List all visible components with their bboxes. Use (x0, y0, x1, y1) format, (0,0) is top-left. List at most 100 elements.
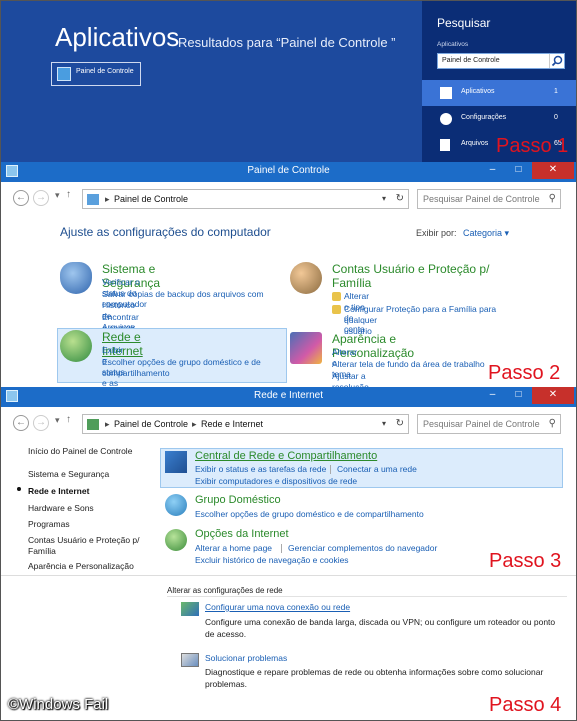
breadcrumb-item[interactable]: Rede e Internet (201, 419, 263, 429)
section-link[interactable]: Conectar a uma rede (337, 464, 417, 474)
sidebar-item-accounts-cont[interactable]: Família (28, 546, 56, 556)
search-row-settings[interactable]: Configurações 0 (422, 106, 577, 132)
apps-title: Aplicativos (55, 22, 180, 52)
chevron-down-icon[interactable]: ▾ (382, 419, 386, 428)
apps-icon (440, 87, 452, 99)
control-panel-result-tile[interactable]: Painel de Controle (51, 62, 141, 86)
search-field[interactable]: Pesquisar Painel de Controle ⚲ (417, 189, 561, 209)
chevron-down-icon[interactable]: ▾ (382, 194, 386, 203)
sidebar-item-network: Rede e Internet (28, 486, 90, 496)
new-connection-icon (181, 602, 199, 616)
internet-options-icon (165, 529, 187, 551)
close-button[interactable]: ✕ (532, 387, 574, 404)
category-title[interactable]: Contas Usuário e Proteção p/ (332, 262, 489, 276)
link-divider (330, 465, 331, 474)
item-description-cont: de acesso. (205, 629, 247, 639)
sidebar-item-accounts[interactable]: Contas Usuário e Proteção p/ (28, 535, 140, 545)
title-bar: Painel de Controle – □ ✕ (0, 162, 577, 182)
tile-label: Painel de Controle (76, 68, 134, 75)
file-icon (440, 139, 450, 151)
minimize-button[interactable]: – (480, 387, 505, 404)
back-button[interactable]: ← (13, 415, 29, 431)
search-button[interactable] (549, 54, 564, 68)
sidebar-item-home[interactable]: Início do Painel de Controle (28, 446, 132, 456)
close-button[interactable]: ✕ (532, 162, 574, 179)
network-settings-panel: Alterar as configurações de rede Configu… (0, 575, 577, 721)
sidebar-item-appearance[interactable]: Aparência e Personalização (28, 561, 134, 571)
forward-button[interactable]: → (33, 190, 49, 206)
view-by-value: Categoria (463, 228, 503, 238)
uac-shield-icon (332, 305, 341, 314)
row-count: 0 (554, 114, 558, 121)
category-link[interactable]: Alterar tela de fundo da área de trabalh… (332, 359, 485, 370)
section-link[interactable]: Exibir o status e as tarefas da rede (195, 464, 326, 474)
sidebar-item-system[interactable]: Sistema e Segurança (28, 469, 109, 479)
start-search-screen: Aplicativos Resultados para “Painel de C… (0, 0, 577, 162)
section-heading: Alterar as configurações de rede (167, 586, 283, 595)
breadcrumb-separator-icon: ▸ (192, 419, 197, 429)
section-link[interactable]: Gerenciar complementos do navegador (288, 543, 437, 553)
search-input[interactable]: Painel de Controle (437, 53, 565, 69)
control-panel-icon (87, 194, 99, 205)
item-description-cont: problemas. (205, 679, 248, 689)
sidebar-item-programs[interactable]: Programas (28, 519, 70, 529)
section-title[interactable]: Opções da Internet (195, 528, 289, 540)
section-link[interactable]: Escolher opções de grupo doméstico e de … (195, 509, 424, 519)
breadcrumb-item[interactable]: Painel de Controle (114, 419, 188, 429)
network-globe-icon (60, 330, 92, 362)
shield-icon (60, 262, 92, 294)
maximize-button[interactable]: □ (506, 162, 531, 179)
item-description: Diagnostique e repare problemas de rede … (205, 667, 544, 677)
nav-bar: ← → ▾ ↑ ▸ Painel de Controle ▾ ↻ Pesquis… (0, 182, 577, 216)
search-icon (551, 55, 563, 67)
refresh-icon[interactable]: ↻ (396, 193, 404, 204)
back-button[interactable]: ← (13, 190, 29, 206)
section-link[interactable]: Exibir computadores e dispositivos de re… (195, 476, 357, 486)
category-link[interactable]: Escolher opções de grupo doméstico e de (102, 357, 261, 368)
section-title[interactable]: Grupo Doméstico (195, 494, 281, 506)
title-bar: Rede e Internet – □ ✕ (0, 387, 577, 407)
section-link[interactable]: Excluir histórico de navegação e cookies (195, 555, 349, 565)
refresh-icon[interactable]: ↻ (396, 418, 404, 429)
address-bar[interactable]: ▸ Painel de Controle ▾ ↻ (82, 189, 409, 209)
search-row-apps[interactable]: Aplicativos 1 (422, 80, 577, 106)
troubleshoot-link[interactable]: Solucionar problemas (205, 653, 287, 663)
step-label: Passo 1 (496, 135, 569, 157)
gear-icon (440, 113, 452, 125)
category-link[interactable]: compartilhamento (102, 368, 170, 379)
recent-dropdown[interactable]: ▾ (55, 415, 60, 426)
section-link[interactable]: Alterar a home page (195, 543, 272, 553)
up-button[interactable]: ↑ (66, 189, 71, 200)
search-placeholder: Pesquisar Painel de Controle (423, 194, 540, 204)
search-icon: ⚲ (548, 193, 556, 204)
minimize-button[interactable]: – (480, 162, 505, 179)
breadcrumb-item[interactable]: Painel de Controle (114, 194, 188, 204)
maximize-button[interactable]: □ (506, 387, 531, 404)
category-link[interactable]: Salvar cópias de backup dos arquivos com (102, 289, 264, 300)
category-link[interactable]: Configurar Proteção para a Família para (344, 304, 496, 315)
search-pane-title: Pesquisar (437, 16, 491, 30)
setup-connection-link[interactable]: Configurar uma nova conexão ou rede (205, 602, 350, 612)
step-label: Passo 3 (489, 550, 562, 572)
network-center-icon (165, 451, 187, 473)
row-label: Arquivos (461, 140, 489, 147)
section-title[interactable]: Central de Rede e Compartilhamento (195, 450, 377, 462)
control-panel-icon (57, 67, 71, 81)
recent-dropdown[interactable]: ▾ (55, 190, 60, 201)
search-field[interactable]: Pesquisar Painel de Controle ⚲ (417, 414, 561, 434)
monitor-brush-icon (290, 332, 322, 364)
breadcrumb-separator-icon: ▸ (105, 194, 110, 204)
link-divider (281, 544, 282, 553)
sidebar-item-hardware[interactable]: Hardware e Sons (28, 503, 94, 513)
category-title-cont[interactable]: Família (332, 276, 371, 290)
item-description: Configure uma conexão de banda larga, di… (205, 617, 556, 627)
view-by-dropdown[interactable]: Categoria ▾ (463, 228, 509, 239)
nav-bar: ← → ▾ ↑ ▸ Painel de Controle ▸ Rede e In… (0, 407, 577, 441)
category-highlight (57, 328, 287, 383)
forward-button[interactable]: → (33, 415, 49, 431)
step-label: Passo 2 (488, 362, 561, 384)
step-label: Passo 4 (489, 694, 562, 716)
address-bar[interactable]: ▸ Painel de Controle ▸ Rede e Internet ▾… (82, 414, 409, 434)
up-button[interactable]: ↑ (66, 414, 71, 425)
divider (167, 596, 567, 597)
